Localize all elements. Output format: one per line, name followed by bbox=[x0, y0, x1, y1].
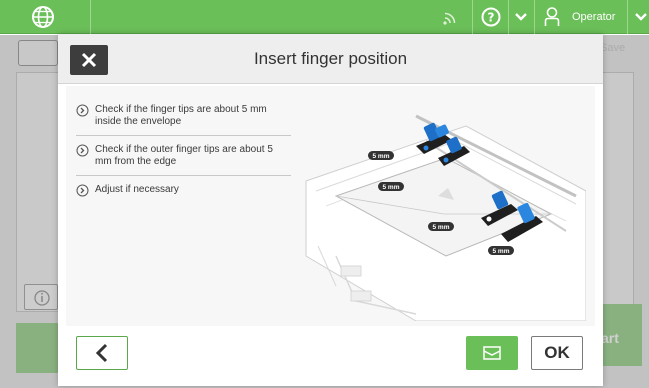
divider bbox=[90, 0, 91, 34]
divider bbox=[508, 0, 509, 34]
back-button[interactable] bbox=[76, 336, 128, 370]
help-icon[interactable]: ? bbox=[481, 7, 501, 27]
top-bar: ? Operator bbox=[0, 0, 649, 34]
chevron-right-circle-icon bbox=[76, 104, 89, 117]
insert-finger-dialog: Insert finger position Check if the fing… bbox=[58, 34, 603, 386]
svg-text:5 mm: 5 mm bbox=[373, 153, 390, 160]
dialog-content: Check if the finger tips are about 5 mm … bbox=[66, 86, 595, 326]
user-name[interactable]: Operator bbox=[572, 11, 615, 23]
measurement-label: 5 mm bbox=[378, 182, 404, 191]
chevron-down-icon[interactable] bbox=[514, 12, 528, 22]
instruction-item: Check if the outer finger tips are about… bbox=[76, 144, 291, 176]
ok-button[interactable]: OK bbox=[531, 336, 583, 370]
chevron-left-icon bbox=[95, 343, 108, 363]
divider bbox=[534, 0, 535, 34]
user-icon[interactable] bbox=[544, 7, 560, 27]
chevron-right-circle-icon bbox=[76, 184, 89, 197]
chevron-right-circle-icon bbox=[76, 144, 89, 157]
instruction-text: Adjust if necessary bbox=[95, 184, 179, 195]
dialog-header: Insert finger position bbox=[58, 34, 603, 84]
chevron-down-icon[interactable] bbox=[634, 12, 648, 22]
instruction-list: Check if the finger tips are about 5 mm … bbox=[76, 104, 291, 212]
finger-position-illustration: 5 mm 5 mm 5 mm 5 mm bbox=[305, 114, 586, 321]
svg-text:5 mm: 5 mm bbox=[433, 224, 450, 231]
instruction-item: Adjust if necessary bbox=[76, 184, 291, 204]
svg-text:5 mm: 5 mm bbox=[493, 248, 510, 255]
envelope-button[interactable] bbox=[466, 336, 518, 370]
divider bbox=[627, 0, 628, 34]
instruction-item: Check if the finger tips are about 5 mm … bbox=[76, 104, 291, 136]
svg-text:5 mm: 5 mm bbox=[383, 184, 400, 191]
envelope-icon bbox=[483, 346, 501, 360]
measurement-label: 5 mm bbox=[368, 151, 394, 160]
globe-icon[interactable] bbox=[30, 5, 56, 29]
dialog-title: Insert finger position bbox=[253, 49, 408, 68]
measurement-label: 5 mm bbox=[428, 222, 454, 231]
instruction-text: Check if the finger tips are about 5 mm … bbox=[95, 104, 267, 127]
svg-text:?: ? bbox=[488, 11, 495, 25]
measurement-label: 5 mm bbox=[488, 246, 514, 255]
signal-icon bbox=[443, 12, 456, 25]
instruction-text: Check if the outer finger tips are about… bbox=[95, 144, 273, 167]
divider bbox=[472, 0, 473, 34]
